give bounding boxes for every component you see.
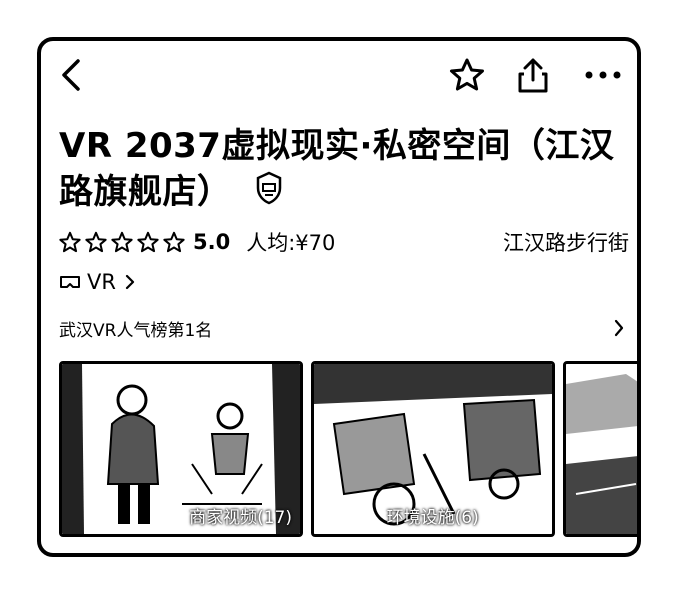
star-outline-icon <box>450 58 484 91</box>
flagship-badge-icon <box>254 171 284 217</box>
star-icon <box>59 231 81 253</box>
category-tag[interactable]: VR <box>59 267 142 297</box>
rating-value: 5.0 <box>193 230 231 254</box>
more-button[interactable] <box>581 53 625 97</box>
gallery-item-more[interactable] <box>563 361 637 537</box>
more-dots-icon <box>585 71 621 79</box>
gallery-item-facilities[interactable]: 环境设施(6) <box>311 361 555 537</box>
photo-thumbnail <box>566 364 637 534</box>
share-button[interactable] <box>511 53 555 97</box>
rating-stars <box>59 231 185 253</box>
chevron-left-icon <box>62 59 80 91</box>
gallery-caption: 环境设施(6) <box>386 508 479 528</box>
star-icon <box>137 231 159 253</box>
favorite-button[interactable] <box>445 53 489 97</box>
shop-card: VR 2037虚拟现实·私密空间（江汉路旗舰店） 5.0 人均:¥70 江汉路步… <box>37 37 641 557</box>
vr-headset-icon <box>60 276 80 288</box>
star-icon <box>111 231 133 253</box>
share-icon <box>518 58 548 93</box>
category-label: VR <box>87 270 116 294</box>
star-icon <box>85 231 107 253</box>
chevron-right-icon <box>614 319 624 337</box>
star-icon <box>163 231 185 253</box>
top-bar <box>41 41 637 111</box>
shop-title: VR 2037虚拟现实·私密空间（江汉路旗舰店） <box>59 126 615 212</box>
gallery-caption: 商家视频(17) <box>189 508 292 528</box>
back-button[interactable] <box>49 53 93 97</box>
shop-title-block: VR 2037虚拟现实·私密空间（江汉路旗舰店） <box>59 123 619 217</box>
area-link[interactable]: 江汉路步行街 <box>503 227 629 257</box>
rating-row: 5.0 人均:¥70 江汉路步行街 <box>59 225 629 259</box>
chevron-right-icon <box>125 274 135 290</box>
gallery-item-videos[interactable]: 商家视频(17) <box>59 361 303 537</box>
avg-price: 人均:¥70 <box>246 231 336 255</box>
ranking-row[interactable]: 武汉VR人气榜第1名 <box>59 313 625 343</box>
photo-gallery: 商家视频(17) 环境设施(6) <box>59 361 637 537</box>
ranking-label: 武汉VR人气榜第1名 <box>59 320 213 341</box>
